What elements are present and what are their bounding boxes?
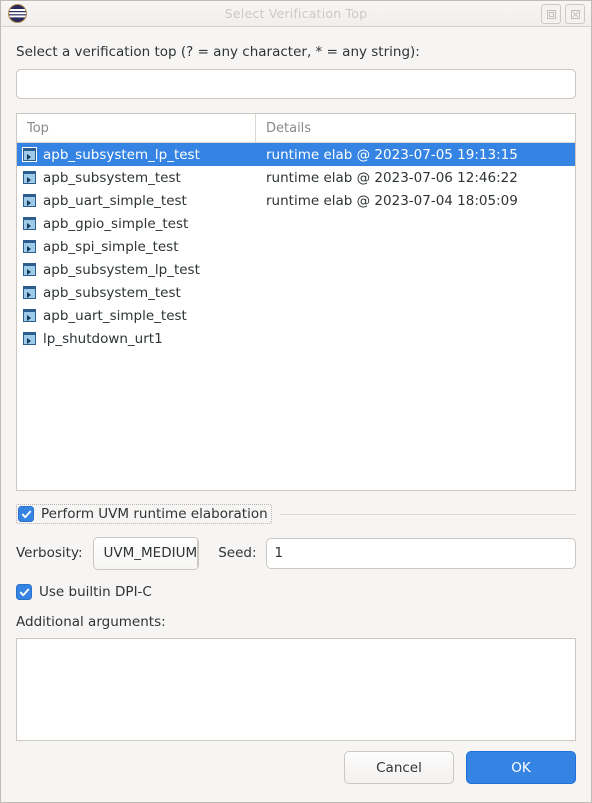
cell-details: runtime elab @ 2023-07-05 19:13:15: [266, 146, 518, 163]
verbosity-seed-row: Verbosity: UVM_MEDIUM Seed:: [16, 536, 576, 570]
table-row[interactable]: apb_uart_simple_test runtime elab @ 2023-…: [17, 189, 575, 212]
window-controls: [541, 4, 585, 24]
checkbox-checked-icon: [16, 584, 32, 600]
use-builtin-dpi-checkbox[interactable]: Use builtin DPI-C: [16, 583, 576, 601]
eclipse-icon: [8, 4, 27, 23]
dialog-footer: Cancel OK: [16, 751, 576, 802]
table-row[interactable]: apb_uart_simple_test: [17, 304, 575, 327]
use-builtin-dpi-label: Use builtin DPI-C: [39, 584, 152, 600]
verification-top-icon: [23, 263, 36, 276]
table-body: apb_subsystem_lp_testruntime elab @ 2023…: [17, 143, 575, 490]
cell-top-label: lp_shutdown_urt1: [43, 330, 163, 347]
verification-top-icon: [23, 148, 36, 161]
checkbox-checked-icon: [18, 506, 34, 522]
cell-top-label: apb_uart_simple_test: [43, 307, 187, 324]
column-header-top[interactable]: Top: [17, 114, 256, 142]
additional-arguments-textarea[interactable]: [16, 638, 576, 741]
verification-top-icon: [23, 332, 36, 345]
table-row[interactable]: apb_gpio_simple_test: [17, 212, 575, 235]
cell-details: runtime elab @ 2023-07-06 12:46:22: [266, 169, 518, 186]
verification-top-icon: [23, 217, 36, 230]
cell-top: apb_gpio_simple_test: [17, 216, 256, 232]
seed-input[interactable]: [265, 537, 576, 569]
table-row[interactable]: apb_subsystem_test: [17, 281, 575, 304]
window-title: Select Verification Top: [224, 6, 368, 21]
verification-top-icon: [23, 194, 36, 207]
cell-top-label: apb_subsystem_test: [43, 169, 181, 186]
table-row[interactable]: lp_shutdown_urt1: [17, 327, 575, 350]
table-row[interactable]: apb_subsystem_lp_test runtime elab @ 2023…: [17, 143, 575, 166]
select-verification-top-dialog: Select Verification Top Select a verific…: [0, 0, 592, 803]
cell-details: runtime elab @ 2023-07-04 18:05:09: [266, 192, 518, 209]
cell-top-label: apb_uart_simple_test: [43, 192, 187, 209]
chevron-down-icon[interactable]: [197, 537, 199, 569]
title-bar: Select Verification Top: [1, 1, 591, 27]
cell-top: apb_uart_simple_test: [17, 193, 256, 209]
uvm-elaboration-group-header: Perform UVM runtime elaboration: [16, 504, 576, 524]
cell-top-label: apb_subsystem_lp_test: [43, 146, 200, 163]
group-separator: [279, 513, 576, 515]
verification-top-icon: [23, 171, 36, 184]
table-row[interactable]: apb_subsystem_lp_test: [17, 258, 575, 281]
verification-top-icon: [23, 286, 36, 299]
verbosity-select[interactable]: UVM_MEDIUM: [92, 536, 200, 570]
cell-top-label: apb_spi_simple_test: [43, 238, 179, 255]
cell-top: apb_subsystem_lp_test: [17, 262, 256, 278]
uvm-elaboration-checkbox[interactable]: Perform UVM runtime elaboration: [16, 504, 272, 524]
filter-input[interactable]: [16, 69, 576, 99]
cell-top: apb_spi_simple_test: [17, 239, 256, 255]
cell-top: apb_subsystem_lp_test: [17, 147, 256, 163]
verbosity-label: Verbosity:: [16, 545, 83, 561]
cancel-button[interactable]: Cancel: [344, 751, 454, 784]
cell-top: apb_subsystem_test: [17, 170, 256, 186]
cell-top: apb_subsystem_test: [17, 285, 256, 301]
additional-arguments-label: Additional arguments:: [16, 614, 166, 630]
ok-button[interactable]: OK: [466, 751, 576, 784]
table-row[interactable]: apb_spi_simple_test: [17, 235, 575, 258]
table-header: Top Details: [17, 114, 575, 143]
table-row[interactable]: apb_subsystem_test runtime elab @ 2023-07…: [17, 166, 575, 189]
cell-top: apb_uart_simple_test: [17, 308, 256, 324]
cell-top-label: apb_subsystem_lp_test: [43, 261, 200, 278]
dialog-content: Select a verification top (? = any chara…: [1, 27, 591, 802]
verbosity-selected-value: UVM_MEDIUM: [103, 545, 198, 561]
column-header-details[interactable]: Details: [256, 114, 575, 142]
verification-top-table: Top Details apb_subsystem_lp_testruntime…: [16, 113, 576, 491]
seed-label: Seed:: [218, 545, 257, 561]
verification-top-icon: [23, 240, 36, 253]
uvm-elaboration-label: Perform UVM runtime elaboration: [41, 506, 268, 522]
verification-top-icon: [23, 309, 36, 322]
cell-top: lp_shutdown_urt1: [17, 331, 256, 347]
cell-top-label: apb_gpio_simple_test: [43, 215, 189, 232]
close-button[interactable]: [565, 4, 585, 24]
prompt-label: Select a verification top (? = any chara…: [16, 44, 420, 60]
cell-top-label: apb_subsystem_test: [43, 284, 181, 301]
maximize-button[interactable]: [541, 4, 561, 24]
